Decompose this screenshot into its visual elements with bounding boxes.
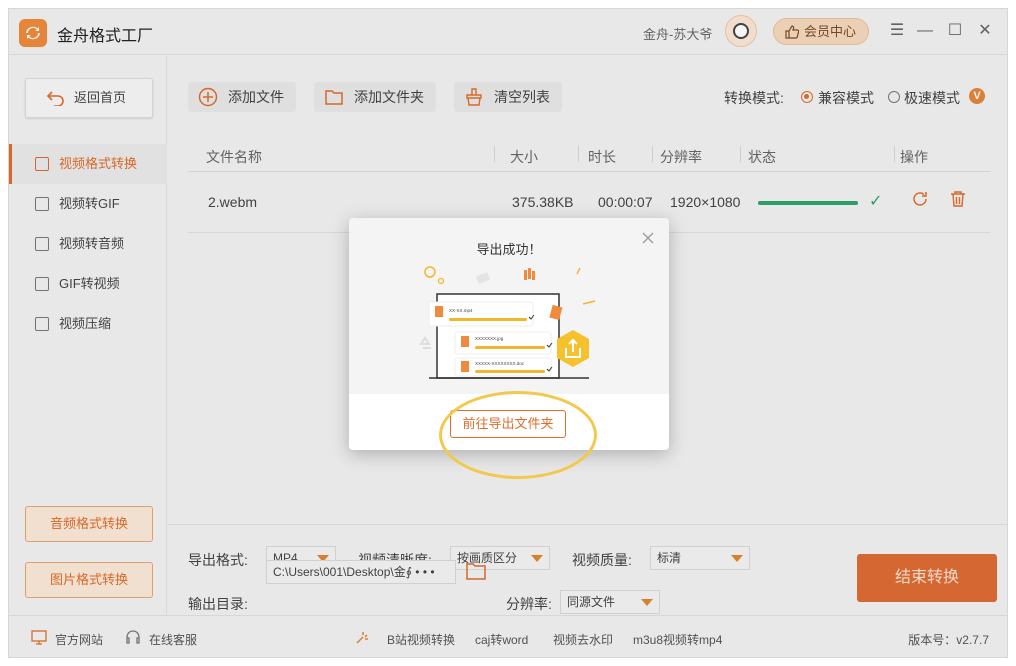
illus-file-name: XX-XX.mp4: [449, 308, 473, 313]
illus-file-name: XXXXX-XXXXXXXX.doc: [475, 361, 525, 366]
highlight-annotation: [439, 391, 597, 479]
close-icon[interactable]: [641, 231, 655, 245]
export-success-illustration: XX-XX.mp4 XXXXXXX.jpg XXXXX-XXXXXXXX.doc: [419, 266, 596, 379]
dialog-title: 导出成功！: [476, 242, 542, 257]
app-window: 金舟格式工厂 金舟-苏大爷 会员中心 ☰ — ☐ ✕ 返回首页 视频格式转换 视…: [8, 8, 1008, 658]
illus-file-name: XXXXXXX.jpg: [475, 336, 504, 341]
